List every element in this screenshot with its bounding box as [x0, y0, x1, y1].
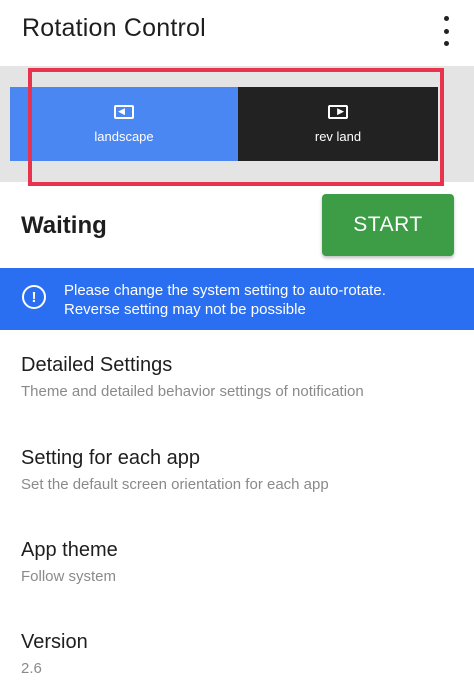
setting-title: App theme: [21, 539, 118, 561]
setting-app-theme[interactable]: App theme Follow system: [21, 539, 461, 585]
info-text: Please change the system setting to auto…: [64, 281, 386, 319]
setting-subtitle: 2.6: [21, 660, 42, 677]
mode-label: landscape: [94, 128, 154, 144]
app-title: Rotation Control: [22, 14, 206, 42]
status-text: Waiting: [21, 212, 107, 239]
landscape-icon: ◀: [114, 104, 134, 119]
setting-version: Version 2.6: [21, 631, 461, 677]
info-line-1: Please change the system setting to auto…: [64, 282, 386, 299]
setting-detailed[interactable]: Detailed Settings Theme and detailed beh…: [21, 354, 461, 400]
info-icon: !: [22, 285, 46, 309]
mode-label: rev land: [314, 128, 362, 144]
reverse-landscape-icon: ▶: [328, 104, 348, 119]
setting-subtitle: Set the default screen orientation for e…: [21, 476, 329, 493]
landscape-mode-button[interactable]: ◀ landscape: [10, 87, 238, 161]
app-bar: Rotation Control: [0, 0, 474, 66]
setting-subtitle: Theme and detailed behavior settings of …: [21, 383, 364, 400]
setting-subtitle: Follow system: [21, 568, 117, 585]
reverse-landscape-mode-button[interactable]: ▶ rev land: [238, 87, 438, 161]
mode-selector: ◀ landscape ▶ rev land: [0, 66, 474, 182]
setting-title: Version: [21, 631, 88, 653]
start-button[interactable]: START: [322, 194, 454, 256]
setting-title: Detailed Settings: [21, 354, 173, 376]
setting-title: Setting for each app: [21, 447, 201, 469]
info-line-2: Reverse setting may not be possible: [64, 301, 306, 318]
setting-each-app[interactable]: Setting for each app Set the default scr…: [21, 447, 461, 493]
info-banner: ! Please change the system setting to au…: [0, 268, 474, 330]
more-vert-icon[interactable]: [434, 16, 458, 46]
